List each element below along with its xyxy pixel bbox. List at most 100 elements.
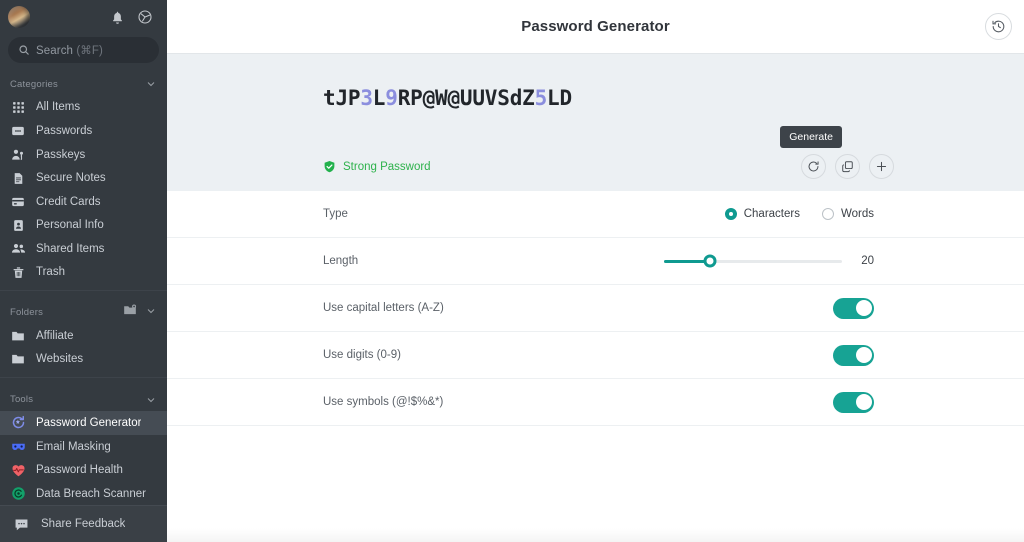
pwd-seg: L [372,86,386,110]
status-badge: Strong Password [323,160,431,173]
toggle-capital-letters[interactable] [833,297,874,319]
sidebar-item-label: All Items [36,101,81,114]
sidebar-item-label: Email Masking [36,440,111,453]
password-generator-icon [10,415,26,431]
sidebar-item-label: Passkeys [36,148,86,161]
length-value: 20 [861,255,874,267]
password-action-buttons [801,154,894,179]
length-slider-container: 20 [664,254,874,268]
copy-icon[interactable] [835,154,860,179]
setting-label: Length [323,255,359,267]
radio-dot [821,208,834,220]
chevron-down-icon[interactable] [145,78,157,90]
sidebar-item-secure-notes[interactable]: Secure Notes [0,166,167,190]
sidebar-item-all-items[interactable]: All Items [0,96,167,120]
folder-icon [10,351,26,367]
radio-dot-selected [724,208,737,220]
setting-label: Type [323,208,348,220]
share-feedback-label: Share Feedback [41,518,126,531]
pwd-seg: tJP [323,86,361,110]
pwd-seg: RP@W@UUVSdZ [397,86,535,110]
radio-label: Words [840,208,874,220]
sidebar-item-label: Secure Notes [36,172,106,185]
sidebar-item-label: Shared Items [36,242,105,255]
chevron-down-icon[interactable] [145,304,157,322]
setting-row-symbols: Use symbols (@!$%&*) [167,379,1024,426]
avatar[interactable] [8,6,30,29]
section-header-folders: Folders [0,301,167,324]
add-folder-icon[interactable] [123,303,137,322]
password-card-icon [10,123,26,139]
toggle-symbols[interactable] [833,391,874,413]
bell-icon[interactable] [107,7,127,27]
type-radio-group: Characters Words [724,208,874,220]
page-title: Password Generator [521,18,670,35]
sidebar-item-email-masking[interactable]: Email Masking [0,435,167,459]
generate-tooltip: Generate [780,126,842,148]
strength-label: Strong Password [343,160,431,173]
search-input[interactable]: Search (⌘F) [8,36,159,63]
folder-icon [10,328,26,344]
sidebar-item-trash[interactable]: Trash [0,261,167,285]
plus-icon[interactable] [869,154,894,179]
refresh-icon[interactable] [801,154,826,179]
sidebar-item-label: Affiliate [36,329,74,342]
share-feedback-button[interactable]: Share Feedback [0,505,167,542]
gear-icon[interactable] [135,7,155,27]
people-icon [10,241,26,257]
setting-row-length: Length 20 [167,238,1024,285]
sidebar-item-password-health[interactable]: Password Health [0,458,167,482]
sidebar-item-label: Websites [36,353,84,366]
divider [0,290,167,292]
search-icon [18,44,30,56]
sidebar-item-label: Data Breach Scanner [36,487,146,500]
pwd-seg-digit: 9 [385,86,398,110]
history-clock-icon[interactable] [985,13,1012,40]
mask-icon [10,439,26,455]
sidebar-item-credit-cards[interactable]: Credit Cards [0,190,167,214]
sidebar-item-label: Passwords [36,124,93,137]
chat-icon [14,517,29,532]
sidebar-item-passkeys[interactable]: Passkeys [0,143,167,167]
main-content: Password Generator tJP3L9RP@W@UUVSdZ5LD … [167,0,1024,542]
toggle-container [833,391,874,413]
password-display-panel: tJP3L9RP@W@UUVSdZ5LD Strong Password Gen… [167,53,1024,191]
id-card-icon [10,217,26,233]
search-placeholder: Search (⌘F) [36,44,103,57]
heart-pulse-icon [10,462,26,478]
section-title: Categories [10,78,58,90]
section-title: Tools [10,394,34,406]
generated-password[interactable]: tJP3L9RP@W@UUVSdZ5LD [323,86,572,110]
section-header-tools: Tools [0,388,167,411]
slider-thumb[interactable] [703,254,717,268]
shield-check-icon [323,160,336,173]
page-header: Password Generator [167,0,1024,53]
sidebar-item-shared-items[interactable]: Shared Items [0,237,167,261]
pwd-seg-digit: 3 [360,86,373,110]
toggle-container [833,297,874,319]
pwd-seg: LD [547,86,572,110]
sidebar-item-affiliate[interactable]: Affiliate [0,324,167,348]
app-window: Search (⌘F) Categories All Items Passwor… [0,0,1024,542]
setting-label: Use capital letters (A-Z) [323,302,444,314]
radio-characters[interactable]: Characters [724,208,800,220]
radio-words[interactable]: Words [821,208,874,220]
pwd-seg-digit: 5 [534,86,548,110]
sidebar-item-data-breach-scanner[interactable]: Data Breach Scanner [0,482,167,506]
chevron-down-icon[interactable] [145,394,157,406]
toggle-container [833,344,874,366]
toggle-digits[interactable] [833,344,874,366]
sidebar-item-websites[interactable]: Websites [0,348,167,372]
divider [0,377,167,379]
sidebar-item-label: Password Generator [36,416,142,429]
settings-list: Type Characters Words Length 20 Use capi… [167,191,1024,542]
search-container: Search (⌘F) [0,36,167,63]
length-slider[interactable] [664,254,843,268]
breach-scanner-icon [10,486,26,502]
toggle-knob [855,347,872,363]
sidebar-item-password-generator[interactable]: Password Generator [0,411,167,435]
sidebar-item-label: Credit Cards [36,195,101,208]
document-icon [10,170,26,186]
sidebar-item-personal-info[interactable]: Personal Info [0,213,167,237]
sidebar-item-passwords[interactable]: Passwords [0,119,167,143]
